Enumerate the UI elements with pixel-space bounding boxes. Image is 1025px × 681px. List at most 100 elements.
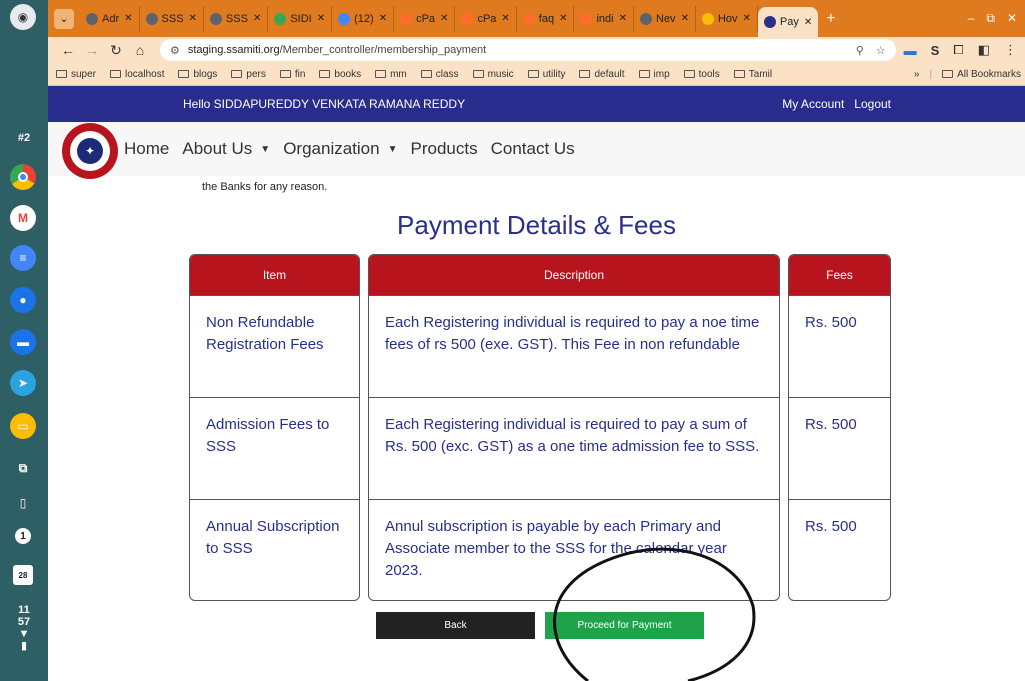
web-page: Hello SIDDAPUREDDY VENKATA RAMANA REDDY … [48,86,1025,681]
browser-tab[interactable]: (12) ✕ [332,5,395,32]
browser-tab[interactable]: Nev ✕ [634,5,696,32]
chrome-icon[interactable] [10,164,36,190]
proceed-payment-button[interactable]: Proceed for Payment [545,612,704,639]
close-tab-icon[interactable]: ✕ [804,17,812,28]
forward-arrow-icon[interactable]: → [80,42,104,58]
bookmark-star-icon[interactable]: ☆ [876,44,886,57]
bookmark-folder[interactable]: Tamil [733,69,772,80]
bookmark-folder[interactable]: mm [375,69,407,80]
home-icon[interactable]: ⌂ [128,42,152,58]
nav-products[interactable]: Products [411,139,478,159]
close-tab-icon[interactable]: ✕ [124,13,132,24]
bookmark-folder[interactable]: default [579,69,625,80]
close-tab-icon[interactable]: ✕ [619,13,627,24]
reload-icon[interactable]: ↻ [104,42,128,59]
bookmark-folder[interactable]: super [56,69,96,80]
bookmark-label: pers [246,68,266,80]
nav-home[interactable]: Home [124,139,169,159]
address-bar[interactable]: ⚙ staging.ssamiti.org /Member_controller… [160,39,896,61]
browser-tab[interactable]: SSS ✕ [140,5,204,32]
clock[interactable]: 11 57 ▼ ▮ [0,604,48,652]
bookmark-label: localhost [125,68,165,80]
maximize-icon[interactable]: ⧉ [986,11,995,26]
bookmark-folder[interactable]: pers [231,68,266,80]
bookmarks-overflow[interactable]: » [914,69,920,80]
browser-tab[interactable]: Hov ✕ [696,5,758,32]
folder-icon [733,70,745,78]
all-bookmarks[interactable]: All Bookmarks [942,69,1021,80]
browser-tab[interactable]: Pay ✕ [757,7,819,37]
bookmark-folder[interactable]: imp [638,69,670,80]
close-tab-icon[interactable]: ✕ [501,13,509,24]
tab-search-icon[interactable]: ⌄ [54,8,74,29]
minimize-icon[interactable]: – [968,11,975,26]
puzzle-icon[interactable]: ⧠ [953,42,963,58]
item-cell: Annual Subscription to SSS [190,499,359,600]
calendar-icon[interactable]: 28 [13,565,33,585]
gmail-icon[interactable]: M [10,205,36,231]
browser-tab[interactable]: cPa ✕ [455,5,517,32]
close-tab-icon[interactable]: ✕ [317,13,325,24]
chat-icon[interactable]: ● [10,287,36,313]
browser-tab[interactable]: SSS ✕ [204,5,269,32]
nav-about[interactable]: About Us ▼ [182,139,270,159]
desk-label[interactable]: #2 [0,132,48,144]
bookmark-folder[interactable]: localhost [110,69,164,80]
browser-tab[interactable]: cPa ✕ [394,5,456,32]
bookmark-folder[interactable]: tools [683,69,720,80]
extension-icon[interactable]: ▬ [904,43,917,58]
logout-link[interactable]: Logout [854,97,891,111]
close-window-icon[interactable]: ✕ [1007,11,1017,26]
nav-contact[interactable]: Contact Us [491,139,575,159]
tab-title: Nev [656,12,676,25]
zoom-icon[interactable]: ⚲ [856,44,864,57]
browser-tab[interactable]: indi ✕ [574,5,634,32]
close-tab-icon[interactable]: ✕ [253,13,261,24]
close-tab-icon[interactable]: ✕ [681,13,689,24]
docs-icon[interactable]: ≡ [10,245,36,271]
launcher-icon[interactable]: ◉ [10,4,36,30]
notification-count[interactable]: 1 [15,528,31,544]
phone-hub-icon[interactable]: ▯ [10,490,36,516]
files-icon[interactable]: ▬ [10,329,36,355]
site-info-icon[interactable]: ⚙ [170,44,180,57]
extension-s-icon[interactable]: S [931,43,940,58]
back-arrow-icon[interactable]: ← [56,42,80,58]
close-tab-icon[interactable]: ✕ [559,13,567,24]
close-tab-icon[interactable]: ✕ [379,13,387,24]
tab-list: Adr ✕ SSS ✕ SSS ✕ SIDI ✕ (12) ✕ cPa ✕ cPa ✕ faq ✕ indi ✕ N… [80,0,819,37]
telegram-icon[interactable]: ➤ [10,370,36,396]
side-panel-icon[interactable]: ◧ [978,42,990,58]
close-tab-icon[interactable]: ✕ [440,13,448,24]
bookmark-folder[interactable]: blogs [178,69,217,80]
folder-icon [683,70,695,78]
keep-icon[interactable]: ▭ [10,413,36,439]
fees-cell: Rs. 500 [789,295,890,397]
folder-icon [319,70,331,78]
fees-header: Fees [789,255,890,295]
nav-about-label: About Us [182,139,253,158]
favicon-icon [522,12,535,25]
bookmark-folder[interactable]: class [420,69,459,80]
new-tab-icon[interactable]: + [826,10,835,28]
tab-title: Hov [717,12,738,25]
browser-tab[interactable]: faq ✕ [517,5,575,32]
site-logo[interactable]: ✦ [62,123,118,179]
back-button[interactable]: Back [376,612,535,639]
bookmark-folder[interactable]: music [472,69,514,80]
bookmark-folder[interactable]: utility [527,69,565,80]
description-cell: Annul subscription is payable by each Pr… [369,499,779,600]
bookmark-folder[interactable]: fin [279,69,305,80]
all-bookmarks-label: All Bookmarks [957,68,1021,80]
bookmark-label: blogs [193,68,218,80]
browser-tab[interactable]: Adr ✕ [80,5,140,32]
bookmark-folder[interactable]: books [319,69,361,80]
my-account-link[interactable]: My Account [782,97,844,111]
screen-capture-icon[interactable]: ⧉ [10,455,36,481]
browser-tab[interactable]: SIDI ✕ [268,5,333,32]
close-tab-icon[interactable]: ✕ [189,13,197,24]
fees-cell: Rs. 500 [789,397,890,499]
kebab-menu-icon[interactable]: ⋮ [1004,42,1017,58]
nav-organization[interactable]: Organization ▼ [283,139,397,159]
close-tab-icon[interactable]: ✕ [743,13,751,24]
